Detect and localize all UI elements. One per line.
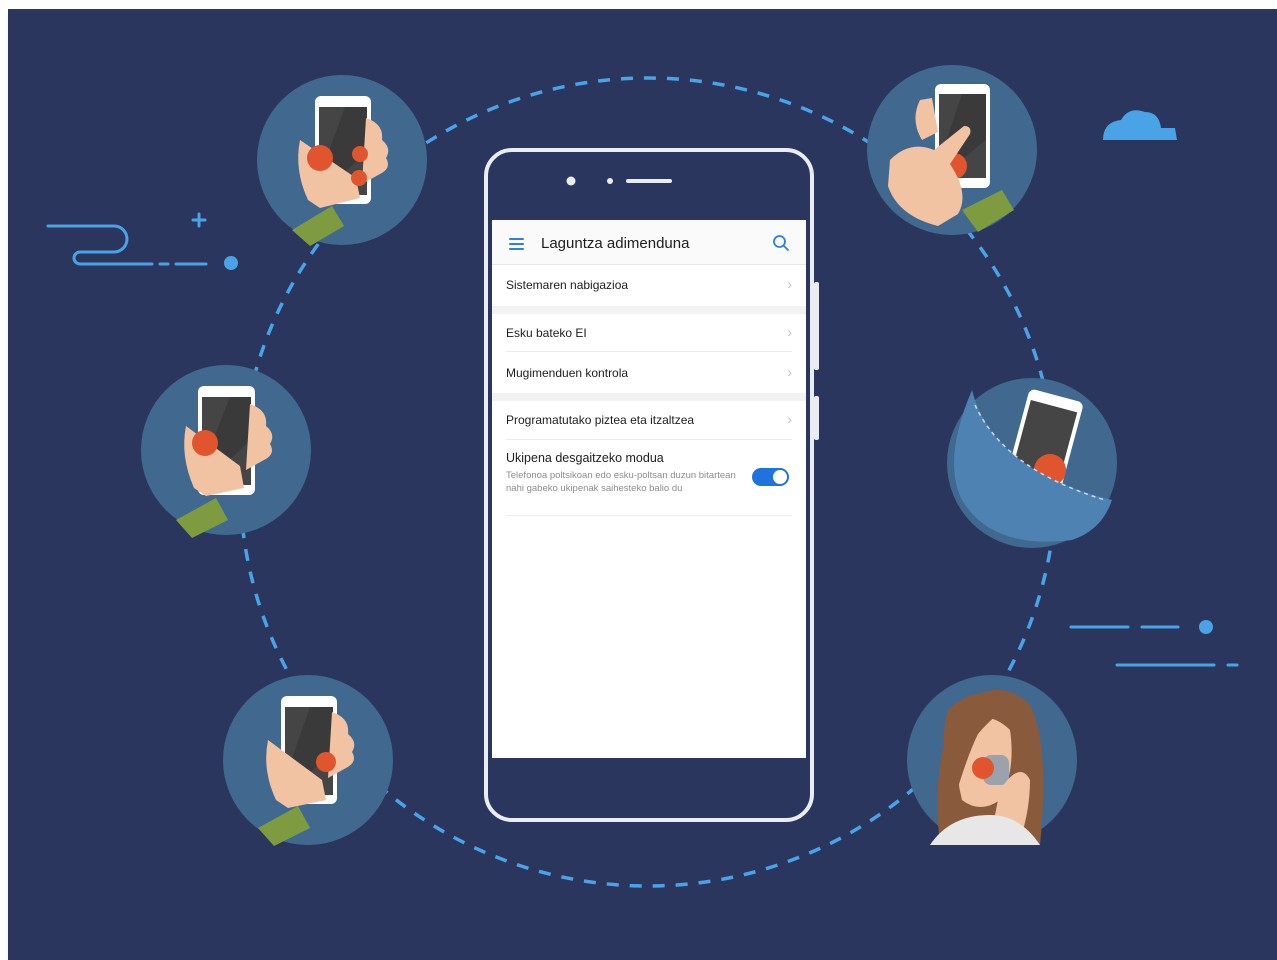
chevron-right-icon: ›	[787, 411, 792, 427]
settings-item-glove-touch-disable[interactable]: Ukipena desgaitzeko modua Telefonoa polt…	[492, 440, 806, 516]
app-bar: Laguntza adimenduna	[492, 220, 806, 265]
settings-item-label: Esku bateko EI	[506, 326, 587, 340]
section-divider	[492, 393, 806, 401]
search-icon[interactable]	[772, 234, 790, 252]
settings-item-label: Ukipena desgaitzeko modua	[506, 451, 664, 465]
row-divider	[506, 515, 792, 516]
settings-item-system-navigation[interactable]: Sistemaren nabigazioa ›	[492, 265, 806, 306]
phone-screen: Laguntza adimenduna Sistemaren nabigazio…	[492, 220, 806, 758]
settings-item-motion-control[interactable]: Mugimenduen kontrola ›	[492, 352, 806, 393]
settings-item-one-hand-ui[interactable]: Esku bateko EI ›	[492, 314, 806, 352]
chevron-right-icon: ›	[787, 276, 792, 292]
touch-disable-toggle[interactable]	[752, 468, 789, 486]
chevron-right-icon: ›	[787, 364, 792, 380]
hamburger-menu-icon[interactable]	[509, 238, 524, 250]
settings-item-label: Sistemaren nabigazioa	[506, 278, 629, 292]
page-title: Laguntza adimenduna	[541, 235, 690, 252]
settings-item-label: Programatutako piztea eta itzaltzea	[506, 413, 695, 427]
settings-item-label: Mugimenduen kontrola	[506, 366, 629, 380]
toggle-knob	[773, 470, 787, 484]
chevron-right-icon: ›	[787, 324, 792, 340]
settings-item-scheduled-power[interactable]: Programatutako piztea eta itzaltzea ›	[492, 401, 806, 440]
section-divider	[492, 306, 806, 314]
settings-item-description: Telefonoa poltsikoan edo esku-poltsan du…	[506, 470, 736, 494]
